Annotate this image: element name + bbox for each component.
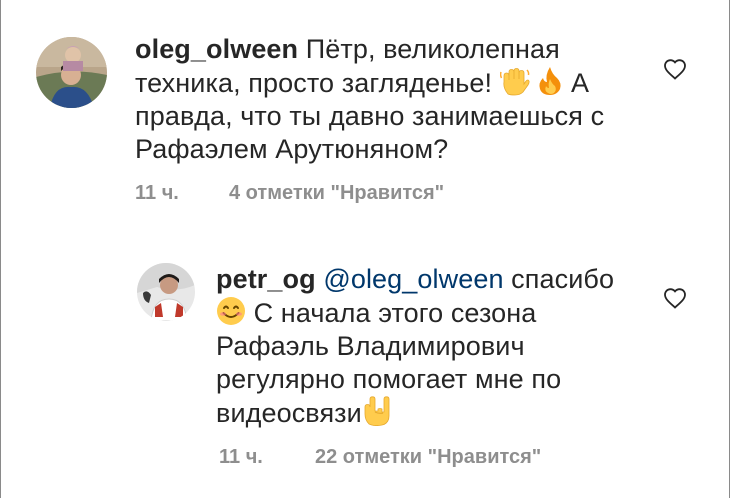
avatar[interactable] [36,37,107,108]
like-heart-icon[interactable] [663,58,687,85]
comment-username[interactable]: oleg_olween [135,34,298,64]
sign-of-the-horns-emoji [362,396,392,426]
comment-body: petr_og @oleg_olween спасибо С начала эт… [216,263,636,430]
avatar[interactable] [137,263,195,321]
comment-likes-count[interactable]: 22 отметки "Нравится" [315,446,541,469]
like-heart-icon[interactable] [663,287,687,314]
waving-hand-emoji [499,68,530,96]
comment-text: спасибо [511,264,615,294]
comment-username[interactable]: petr_og [216,264,316,294]
screen-border-left [0,0,1,498]
comment-meta: 11 ч. 4 отметки "Нравится" [135,182,555,206]
comment-meta: 11 ч. 22 отметки "Нравится" [219,446,639,470]
comment-likes-count[interactable]: 4 отметки "Нравится" [229,182,444,205]
mention-link[interactable]: @oleg_olween [323,264,503,294]
fire-emoji [537,66,563,96]
comment-timestamp[interactable]: 11 ч. [135,182,179,205]
smiling-face-emoji [216,296,246,326]
comment-timestamp[interactable]: 11 ч. [219,446,263,469]
comment-body: oleg_olween Пётр, великолепная техника, … [135,33,615,166]
